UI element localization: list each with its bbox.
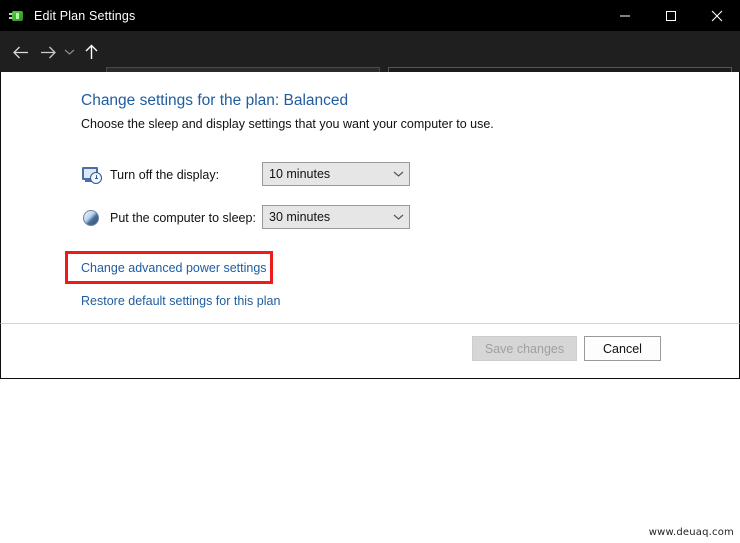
back-arrow-icon: [12, 46, 28, 58]
link-restore-default-settings[interactable]: Restore default settings for this plan: [81, 294, 280, 308]
forward-button[interactable]: [36, 41, 60, 63]
recent-locations-button[interactable]: [60, 41, 78, 63]
close-icon: [711, 10, 723, 21]
sleep-moon-icon: [81, 208, 101, 228]
maximize-icon: [666, 10, 676, 21]
power-plug-icon: [9, 8, 25, 24]
watermark: www.deuaq.com: [648, 527, 734, 538]
setting-row-put-computer-to-sleep: Put the computer to sleep:: [81, 205, 256, 231]
window-title: Edit Plan Settings: [34, 8, 136, 23]
minimize-button[interactable]: [602, 0, 648, 31]
close-button[interactable]: [694, 0, 740, 31]
save-changes-button[interactable]: Save changes: [472, 336, 577, 361]
page-title: Change settings for the plan: Balanced: [81, 92, 349, 109]
page-subtitle: Choose the sleep and display settings th…: [81, 117, 494, 131]
window-controls: [602, 0, 740, 31]
edit-plan-settings-window: Edit Plan Settings Change settings for t…: [0, 0, 740, 379]
footer-bar: Save changes Cancel: [0, 323, 740, 379]
chevron-down-icon: [387, 213, 409, 221]
navigation-bar: « Pow... › Edit Plan Se...: [0, 31, 740, 97]
link-change-advanced-power-settings[interactable]: Change advanced power settings: [81, 261, 267, 275]
forward-arrow-icon: [40, 46, 56, 58]
maximize-button[interactable]: [648, 0, 694, 31]
dropdown-value-put-computer-to-sleep: 30 minutes: [269, 210, 331, 224]
dropdown-put-computer-to-sleep[interactable]: 30 minutes: [262, 205, 410, 229]
title-bar: Edit Plan Settings: [0, 0, 740, 31]
display-clock-icon: [81, 165, 102, 185]
setting-label-turn-off-display: Turn off the display:: [110, 168, 220, 182]
content-pane: Change settings for the plan: Balanced C…: [0, 72, 740, 323]
back-button[interactable]: [8, 41, 32, 63]
up-button[interactable]: [80, 41, 102, 63]
minimize-icon: [620, 15, 630, 16]
setting-row-turn-off-display: Turn off the display:: [81, 162, 219, 188]
cancel-button[interactable]: Cancel: [584, 336, 661, 361]
chevron-down-icon: [64, 49, 74, 55]
up-arrow-icon: [85, 44, 97, 59]
chevron-down-icon: [387, 170, 409, 178]
dropdown-value-turn-off-display: 10 minutes: [269, 167, 331, 181]
dropdown-turn-off-display[interactable]: 10 minutes: [262, 162, 410, 186]
setting-label-put-computer-to-sleep: Put the computer to sleep:: [110, 211, 256, 225]
